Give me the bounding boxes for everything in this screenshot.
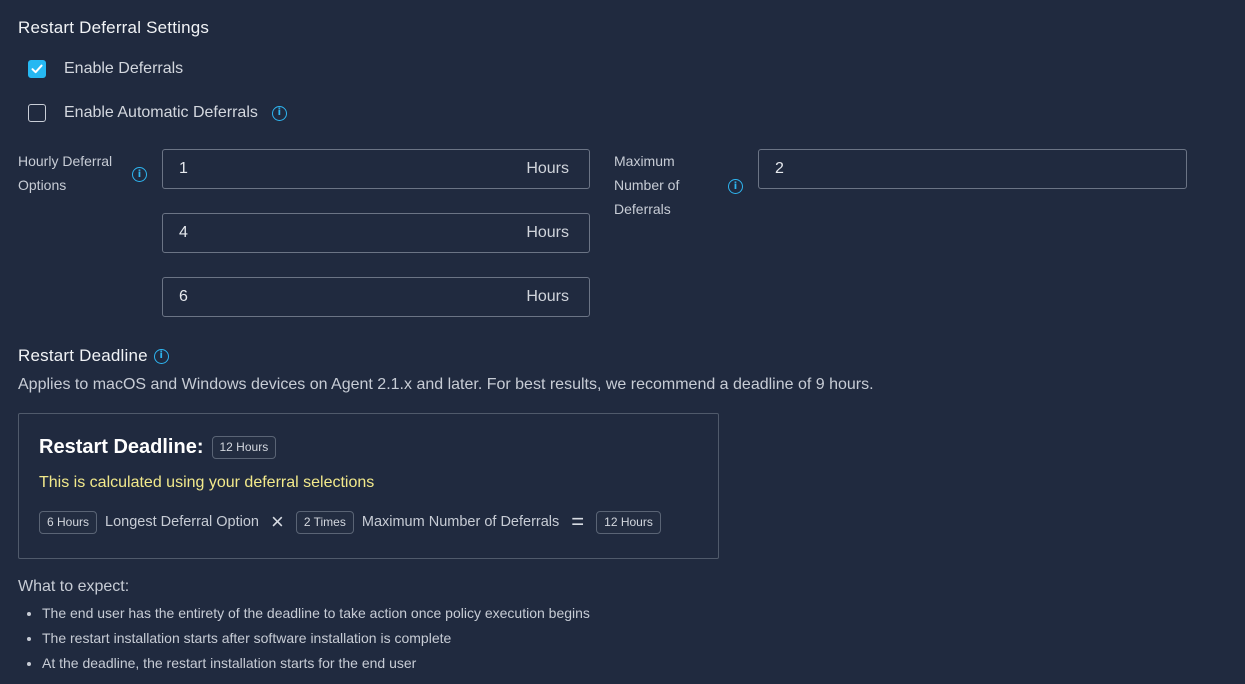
deadline-badge: 12 Hours (211, 436, 277, 459)
list-item: At the deadline, the restart installatio… (42, 651, 1042, 676)
multiply-icon: × (270, 509, 284, 534)
hourly-option-1-input[interactable]: 1 Hours (162, 149, 590, 189)
enable-deferrals-label: Enable Deferrals (64, 60, 184, 77)
list-item: The end user has the entirety of the dea… (42, 601, 1042, 626)
hourly-deferral-options-label: Hourly Deferral Options (18, 153, 113, 193)
hourly-options-info-icon[interactable]: i (132, 167, 147, 182)
longest-deferral-label: Longest Deferral Option (105, 514, 259, 530)
result-badge: 12 Hours (596, 510, 661, 534)
restart-deadline-title: Restart Deadline i (18, 346, 169, 366)
list-item: The restart installation starts after so… (42, 626, 1042, 651)
hourly-option-2-input[interactable]: 4 Hours (162, 213, 590, 253)
max-deferrals-input[interactable]: 2 (758, 149, 1187, 189)
what-to-expect-list: The end user has the entirety of the dea… (18, 601, 1042, 676)
card-title: Restart Deadline: (39, 436, 204, 458)
deadline-formula: 6 Hours Longest Deferral Option × 2 Time… (39, 510, 661, 534)
enable-deferrals-checkbox[interactable] (28, 60, 46, 78)
max-deferrals-formula-label: Maximum Number of Deferrals (361, 514, 560, 530)
restart-deadline-info-icon[interactable]: i (153, 348, 169, 364)
longest-deferral-badge: 6 Hours (39, 510, 98, 534)
enable-deferrals-row[interactable]: Enable Deferrals (28, 58, 183, 80)
hourly-option-3-input[interactable]: 6 Hours (162, 277, 590, 317)
enable-automatic-deferrals-row[interactable]: Enable Automatic Deferrals i (28, 102, 287, 124)
section-title: Restart Deferral Settings (18, 18, 210, 37)
restart-deadline-card: Restart Deadline: 12 Hours This is calcu… (18, 413, 719, 559)
max-deferrals-info-icon[interactable]: i (728, 179, 743, 194)
max-deferrals-label: Maximum Number of Deferrals (614, 153, 680, 217)
card-header: Restart Deadline: 12 Hours (39, 436, 277, 459)
times-badge: 2 Times (295, 510, 354, 534)
equals-icon: = (571, 509, 585, 534)
enable-automatic-deferrals-checkbox[interactable] (28, 104, 46, 122)
restart-deadline-description: Applies to macOS and Windows devices on … (18, 376, 874, 393)
info-icon[interactable]: i (271, 105, 287, 121)
checkmark-icon (31, 64, 43, 74)
calculation-note: This is calculated using your deferral s… (39, 474, 375, 491)
what-to-expect-title: What to expect: (18, 578, 130, 595)
enable-automatic-deferrals-label: Enable Automatic Deferrals (64, 104, 258, 121)
